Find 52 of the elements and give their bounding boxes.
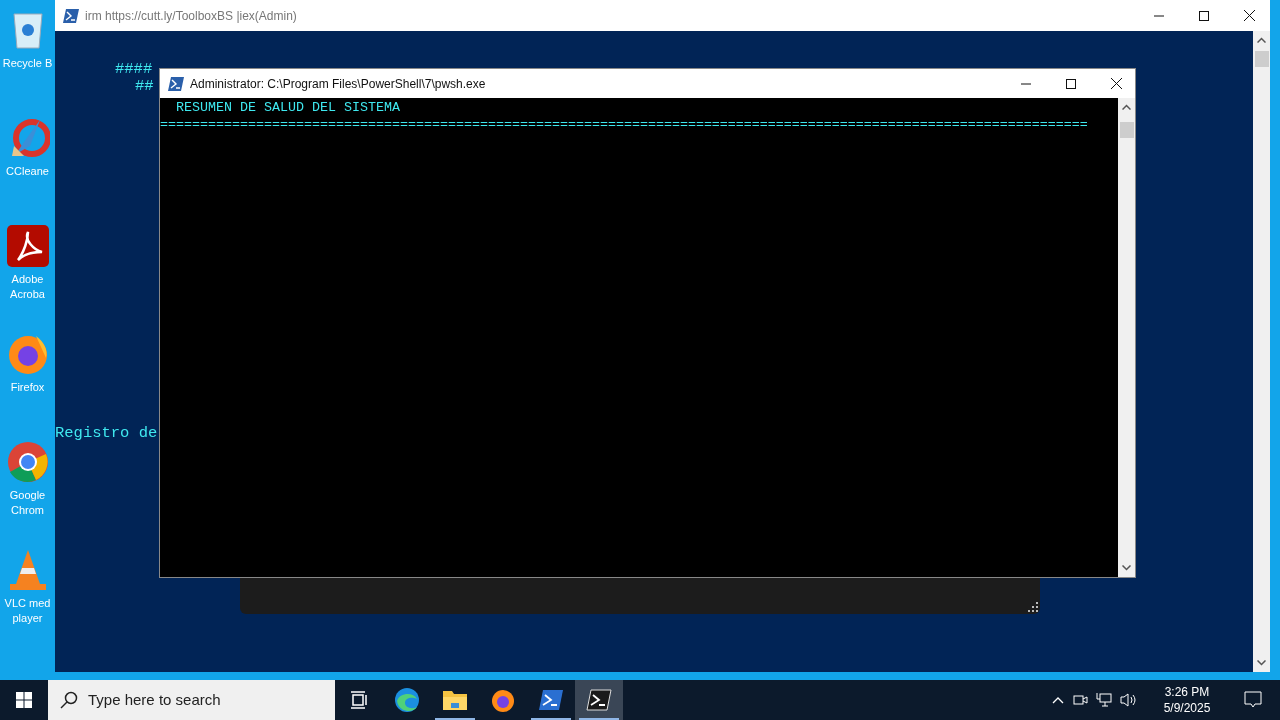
firefox-icon bbox=[490, 687, 516, 713]
scroll-thumb[interactable] bbox=[1254, 51, 1269, 67]
terminal-icon bbox=[586, 689, 612, 711]
chevron-down-icon[interactable] bbox=[1257, 660, 1266, 666]
maximize-icon bbox=[1199, 10, 1209, 21]
console-line: #### bbox=[115, 61, 153, 78]
folder-icon bbox=[442, 688, 468, 712]
powershell-icon bbox=[168, 76, 184, 91]
clock-date: 5/9/2025 bbox=[1163, 700, 1211, 716]
desktop-icon-label: player bbox=[12, 611, 43, 626]
speaker-icon[interactable] bbox=[1120, 692, 1138, 708]
chevron-up-icon[interactable] bbox=[1122, 104, 1131, 110]
minimize-icon bbox=[1021, 82, 1031, 85]
close-icon bbox=[1243, 10, 1255, 21]
task-view-icon bbox=[349, 690, 369, 710]
desktop-icon-label: VLC med bbox=[4, 596, 51, 611]
desktop-icon-label: Adobe bbox=[11, 272, 44, 287]
powershell-icon bbox=[538, 689, 564, 711]
edge-icon bbox=[394, 687, 420, 713]
close-icon bbox=[1110, 78, 1122, 89]
powershell-icon bbox=[63, 8, 79, 23]
resize-grip-icon[interactable] bbox=[1028, 602, 1038, 612]
maximize-icon bbox=[1066, 78, 1076, 89]
console-line: RESUMEN DE SALUD DEL SISTEMA bbox=[175, 99, 400, 116]
clock-time: 3:26 PM bbox=[1164, 684, 1210, 700]
network-icon[interactable] bbox=[1096, 692, 1112, 708]
taskbar-button[interactable] bbox=[575, 680, 623, 720]
window-title: Administrator: C:\Program Files\PowerShell\7\pwsh.exe bbox=[190, 75, 487, 93]
window-title: irm https://cutt.ly/ToolboxBS |iex(Admin) bbox=[85, 7, 298, 25]
desktop-icon-label: CCleane bbox=[6, 164, 49, 179]
minimize-icon bbox=[1154, 14, 1164, 17]
console-line: Registro de bbox=[55, 425, 158, 442]
windows-icon bbox=[16, 692, 32, 708]
scrollbar[interactable] bbox=[1118, 98, 1135, 577]
desktop-icon-label: Chrom bbox=[11, 503, 44, 518]
notification-icon[interactable] bbox=[1244, 691, 1262, 709]
console-line: ## bbox=[135, 78, 154, 95]
camera-icon[interactable] bbox=[1072, 692, 1088, 708]
pdf-icon bbox=[5, 224, 50, 268]
chevron-up-icon[interactable] bbox=[1257, 37, 1266, 43]
scrollbar[interactable] bbox=[1253, 31, 1270, 672]
desktop-icon-label: Recycle B bbox=[2, 56, 53, 71]
desktop-icon-label: Google bbox=[9, 488, 46, 503]
search-icon bbox=[60, 691, 78, 709]
search-field[interactable]: Type here to search bbox=[48, 680, 335, 720]
chevron-down-icon[interactable] bbox=[1122, 565, 1131, 571]
chrome-icon bbox=[5, 440, 50, 484]
search-input[interactable]: Type here to search bbox=[88, 688, 323, 712]
scroll-thumb[interactable] bbox=[1119, 122, 1134, 138]
desktop-icon-label: Firefox bbox=[10, 380, 45, 395]
console-line: ==================================================================================================================== bbox=[160, 116, 1088, 133]
desktop-icon-label: Acroba bbox=[10, 287, 45, 302]
